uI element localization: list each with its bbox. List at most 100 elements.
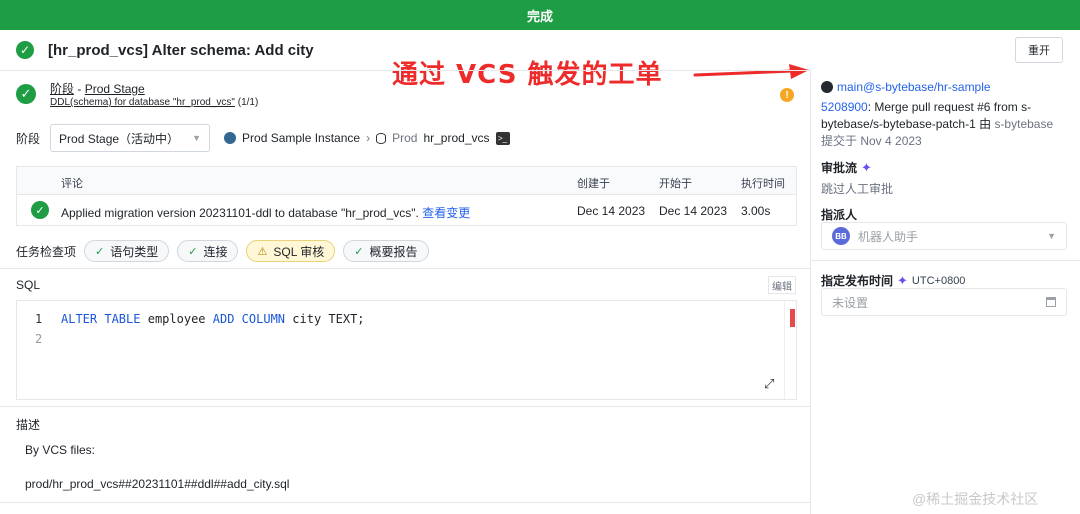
column-header: 执行时间 — [741, 178, 785, 190]
editor-scrollbar[interactable] — [784, 301, 785, 399]
line-number: 1 — [35, 312, 43, 326]
sql-code: ALTER TABLE employee ADD COLUMN city TEX… — [61, 312, 365, 326]
check-statement-type[interactable]: ✓ 语句类型 — [84, 240, 170, 262]
schedule-placeholder: 未设置 — [832, 295, 869, 310]
check-sql-review[interactable]: ⚠ SQL 审核 — [246, 240, 336, 262]
table-header: 评论 创建于 开始于 执行时间 — [17, 167, 796, 195]
warning-triangle-icon: ⚠ — [257, 245, 268, 258]
status-banner: 完成 — [0, 0, 1080, 30]
success-check-icon: ✓ — [31, 201, 49, 219]
schedule-label-text: 指定发布时间 — [821, 274, 894, 288]
postgres-icon — [224, 132, 237, 144]
chip-label: 概要报告 — [369, 244, 418, 259]
stage-done-check-icon: ✓ — [16, 84, 36, 104]
watermark: @稀土掘金技术社区 — [912, 491, 1039, 507]
approval-label-text: 审批流 — [821, 161, 858, 175]
stage-prefix[interactable]: 阶段 — [50, 82, 74, 96]
run-duration: 3.00s — [741, 204, 771, 218]
check-summary-report[interactable]: ✓ 概要报告 — [343, 240, 429, 262]
section-divider — [0, 268, 810, 269]
repo-row: main@s-bytebase/hr-sample — [821, 80, 991, 94]
task-checks-label: 任务检查项 — [16, 244, 77, 259]
stage-task: DDL(schema) for database "hr_prod_vcs" (… — [50, 97, 258, 108]
section-divider — [0, 406, 810, 407]
sql-keyword: TABLE — [104, 312, 141, 326]
warning-icon[interactable]: ! — [780, 88, 794, 102]
sparkle-icon: ✦ — [897, 272, 908, 288]
github-icon — [821, 81, 833, 93]
approval-flow-value: 跳过人工审批 — [821, 182, 894, 196]
sql-keyword: COLUMN — [241, 312, 286, 326]
stage-title: 阶段 - Prod Stage — [50, 80, 145, 97]
chevron-right-icon: › — [366, 131, 371, 145]
terminal-icon[interactable]: >_ — [495, 131, 510, 145]
stage-select[interactable]: Prod Stage（活动中） ▼ — [50, 124, 211, 152]
sql-editor[interactable]: 1 2 ALTER TABLE employee ADD COLUMN city… — [16, 300, 797, 400]
column-header: 评论 — [61, 178, 83, 190]
timezone: UTC+0800 — [911, 274, 966, 287]
task-checks-row: 任务检查项 ✓ 语句类型 ✓ 连接 ⚠ SQL 审核 ✓ 概要报告 — [16, 239, 806, 263]
schedule-label: 指定发布时间 ✦ UTC+0800 — [821, 272, 965, 289]
stage-name-link[interactable]: Prod Stage — [85, 82, 145, 96]
check-icon: ✓ — [188, 245, 198, 258]
sql-keyword: ADD — [212, 312, 235, 326]
commit-hash-link[interactable]: 5208900 — [821, 100, 868, 114]
edit-button[interactable]: 编辑 — [768, 276, 796, 294]
stage-select-value: Prod Stage（活动中） — [59, 131, 180, 146]
repo-link[interactable]: main@s-bytebase/hr-sample — [837, 80, 991, 94]
view-change-link[interactable]: 查看变更 — [422, 206, 470, 220]
line-number: 2 — [35, 332, 43, 346]
stage-summary: ✓ 阶段 - Prod Stage DDL(schema) for databa… — [16, 78, 806, 114]
task-run-table: 评论 创建于 开始于 执行时间 ✓ Applied migration vers… — [16, 166, 797, 226]
reopen-button[interactable]: 重开 — [1015, 37, 1063, 63]
check-icon: ✓ — [354, 245, 364, 258]
run-started: Dec 14 2023 — [659, 204, 728, 218]
sql-table-name: employee — [147, 312, 206, 326]
table-row: ✓ Applied migration version 20231101-ddl… — [17, 195, 796, 227]
column-header: 开始于 — [659, 178, 692, 190]
stage-dash: - — [74, 82, 85, 96]
check-connection[interactable]: ✓ 连接 — [177, 240, 239, 262]
calendar-icon — [1046, 297, 1056, 307]
stage-select-row: 阶段 Prod Stage（活动中） ▼ Prod Sample Instanc… — [16, 124, 806, 152]
task-link[interactable]: DDL(schema) for database "hr_prod_vcs" — [50, 97, 235, 108]
done-check-icon: ✓ — [16, 41, 34, 59]
chevron-down-icon: ▼ — [1047, 231, 1056, 241]
description-line: By VCS files: — [25, 443, 96, 457]
run-created: Dec 14 2023 — [577, 204, 646, 218]
database-icon — [376, 132, 387, 144]
description-line: prod/hr_prod_vcs##20231101##ddl##add_cit… — [25, 477, 290, 491]
avatar: BB — [832, 227, 850, 245]
check-icon: ✓ — [95, 245, 105, 258]
description-label: 描述 — [16, 418, 41, 432]
commit-by: 由 — [975, 117, 995, 131]
commit-date: 提交于 Nov 4 2023 — [821, 134, 922, 148]
issue-title[interactable]: [hr_prod_vcs] Alter schema: Add city — [48, 42, 314, 59]
sql-keyword: ALTER — [61, 312, 98, 326]
column-header: 创建于 — [577, 178, 610, 190]
sql-column-def: city TEXT; — [292, 312, 365, 326]
sidebar-divider — [810, 70, 811, 514]
chevron-down-icon: ▼ — [192, 133, 202, 143]
commit-info: 5208900: Merge pull request #6 from s-by… — [821, 99, 1071, 150]
approval-flow-label: 审批流 ✦ — [821, 159, 872, 176]
database-breadcrumb: Prod Sample Instance › Prod hr_prod_vcs … — [224, 131, 510, 145]
run-comment-text: Applied migration version 20231101-ddl t… — [61, 206, 419, 220]
run-comment: Applied migration version 20231101-ddl t… — [61, 204, 470, 221]
commit-author: s-bytebase — [994, 117, 1054, 131]
schedule-input[interactable]: 未设置 — [821, 288, 1067, 316]
instance-link[interactable]: Prod Sample Instance — [242, 131, 360, 145]
chip-label: 语句类型 — [110, 244, 159, 259]
section-divider — [0, 502, 810, 503]
scrollbar-marker — [790, 309, 795, 327]
sparkle-icon: ✦ — [861, 159, 872, 175]
sidebar-divider — [811, 260, 1080, 261]
header-divider — [0, 70, 810, 71]
expand-icon[interactable]: ⤢ — [764, 377, 774, 392]
assignee-select[interactable]: BB 机器人助手 ▼ — [821, 222, 1067, 250]
chip-label: SQL 审核 — [273, 244, 325, 259]
sql-label: SQL — [16, 278, 41, 292]
assignee-name: 机器人助手 — [858, 229, 919, 244]
database-link[interactable]: hr_prod_vcs — [423, 131, 489, 145]
environment-name: Prod — [392, 131, 418, 145]
